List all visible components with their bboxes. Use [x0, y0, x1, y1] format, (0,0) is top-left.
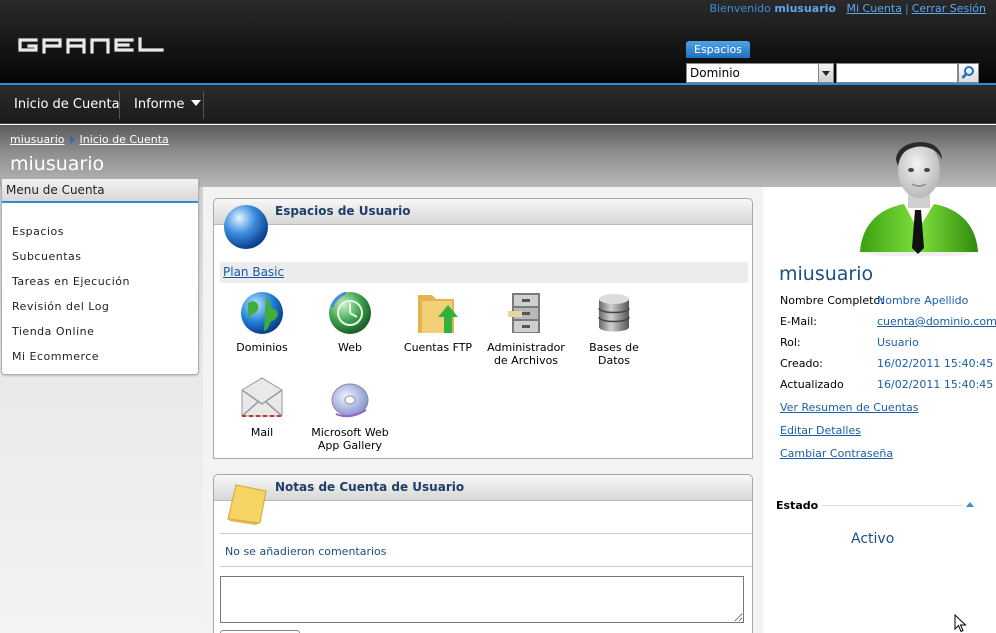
spaces-panel-header: Espacios de Usuario: [214, 199, 752, 225]
search-button[interactable]: [958, 63, 979, 83]
account-menu-title: Menu de Cuenta: [2, 179, 198, 203]
view-accounts-summary-link[interactable]: Ver Resumen de Cuentas: [780, 401, 918, 414]
nav-divider: [119, 91, 120, 119]
chevron-down-icon[interactable]: [818, 64, 833, 82]
mouse-cursor-icon: [954, 614, 967, 633]
tile-web[interactable]: Web: [310, 289, 390, 354]
collapse-up-icon[interactable]: [966, 502, 974, 507]
breadcrumb-item-user[interactable]: miusuario: [10, 133, 65, 146]
tile-administrador-archivos[interactable]: Administrador de Archivos: [486, 289, 566, 367]
breadcrumb: miusuario Inicio de Cuenta: [10, 133, 169, 146]
globe-icon: [241, 292, 283, 334]
welcome-separator: |: [904, 2, 909, 15]
account-menu-list: Espacios Subcuentas Tareas en Ejecución …: [2, 203, 198, 375]
tile-label: Administrador de Archivos: [487, 341, 565, 367]
tile-dominios[interactable]: Dominios: [222, 289, 302, 354]
my-account-link[interactable]: Mi Cuenta: [846, 2, 902, 15]
tile-mail[interactable]: Mail: [222, 374, 302, 439]
nav-item-informe-label: Informe: [134, 97, 185, 112]
info-label-updated: Actualizado: [780, 378, 844, 391]
menu-item-ecommerce[interactable]: Mi Ecommerce: [2, 350, 198, 375]
tile-cuentas-ftp[interactable]: Cuentas FTP: [398, 289, 478, 354]
breadcrumb-arrow-icon: [69, 136, 75, 144]
sticky-note-icon: [227, 484, 267, 525]
menu-item-espacios[interactable]: Espacios: [2, 225, 198, 250]
account-menu: Menu de Cuenta Espacios Subcuentas Tarea…: [1, 178, 199, 375]
nav-item-informe[interactable]: Informe: [134, 85, 202, 124]
page-title: miusuario: [10, 153, 105, 175]
profile-username: miusuario: [779, 263, 874, 285]
status-divider: [822, 505, 962, 506]
menu-item-tienda[interactable]: Tienda Online: [2, 325, 198, 350]
tile-microsoft-web-app-gallery[interactable]: Microsoft Web App Gallery: [310, 374, 390, 452]
notes-panel-title: Notas de Cuenta de Usuario: [275, 480, 465, 494]
status-title: Estado: [776, 499, 819, 512]
info-label-role: Rol:: [780, 336, 801, 349]
spaces-tab[interactable]: Espacios: [686, 41, 750, 58]
notes-panel: Notas de Cuenta de Usuario No se añadier…: [213, 474, 753, 633]
top-bar: Bienvenido miusuario Mi Cuenta | Cerrar Se…: [0, 0, 996, 84]
mail-envelope-icon: [241, 377, 283, 417]
tile-label: Mail: [250, 426, 274, 439]
search-icon: [961, 66, 974, 79]
web-globe-icon: [329, 291, 371, 334]
welcome-bar: Bienvenido miusuario Mi Cuenta | Cerrar Se…: [709, 2, 986, 15]
menu-item-tareas[interactable]: Tareas en Ejecución: [2, 275, 198, 300]
cd-disc-icon: [331, 383, 369, 418]
menu-item-log[interactable]: Revisión del Log: [2, 300, 198, 325]
change-password-link[interactable]: Cambiar Contraseña: [780, 447, 893, 460]
menu-item-subcuentas[interactable]: Subcuentas: [2, 250, 198, 275]
tile-label: Web: [338, 341, 362, 354]
tile-bases-de-datos[interactable]: Bases de Datos: [574, 289, 654, 367]
info-label-created: Creado:: [780, 357, 823, 370]
status-badge: Activo: [851, 531, 895, 547]
database-icon: [598, 294, 630, 332]
ftp-folder-icon: [418, 295, 458, 333]
search-type-select[interactable]: Dominio: [686, 63, 834, 83]
search-input[interactable]: [836, 63, 958, 83]
plan-bar: Plan Basic: [220, 262, 748, 283]
nav-item-inicio-de-cuenta[interactable]: Inicio de Cuenta: [14, 85, 120, 124]
logout-link[interactable]: Cerrar Sesión: [912, 2, 986, 15]
spaces-panel-title: Espacios de Usuario: [275, 204, 411, 218]
tile-label: Cuentas FTP: [403, 341, 473, 354]
file-cabinet-icon: [508, 293, 540, 333]
info-value-fullname: Nombre Apellido: [877, 294, 969, 307]
info-value-role: Usuario: [877, 336, 919, 349]
edit-details-link[interactable]: Editar Detalles: [780, 424, 861, 437]
search-type-value: Dominio: [690, 66, 740, 80]
breadcrumb-item-home[interactable]: Inicio de Cuenta: [80, 133, 169, 146]
email-link[interactable]: cuenta@dominio.com.ar: [877, 315, 996, 328]
plan-link[interactable]: Plan Basic: [223, 265, 284, 279]
welcome-prefix: Bienvenido: [709, 2, 771, 15]
tile-label: Bases de Datos: [589, 341, 639, 367]
caret-down-icon: [191, 100, 202, 106]
nav-divider: [203, 91, 204, 119]
info-value-created: 16/02/2011 15:40:45: [877, 357, 994, 370]
notes-panel-header: Notas de Cuenta de Usuario: [214, 475, 752, 501]
welcome-username: miusuario: [774, 2, 836, 15]
user-avatar: [860, 141, 978, 256]
sphere-icon: [224, 205, 268, 249]
notes-empty-message: No se añadieron comentarios: [220, 533, 752, 567]
main-nav: Inicio de Cuenta Informe: [0, 85, 996, 124]
info-value-updated: 16/02/2011 15:40:45: [877, 378, 994, 391]
info-label-email: E-Mail:: [780, 315, 817, 328]
tile-label: Microsoft Web App Gallery: [311, 426, 389, 452]
spaces-panel: Espacios de Usuario Plan Basic Dominios: [213, 198, 753, 459]
info-label-fullname: Nombre Completo:: [780, 294, 884, 307]
tile-label: Dominios: [236, 341, 288, 354]
notes-textarea[interactable]: [220, 576, 744, 623]
gpanel-logo: [18, 37, 164, 54]
